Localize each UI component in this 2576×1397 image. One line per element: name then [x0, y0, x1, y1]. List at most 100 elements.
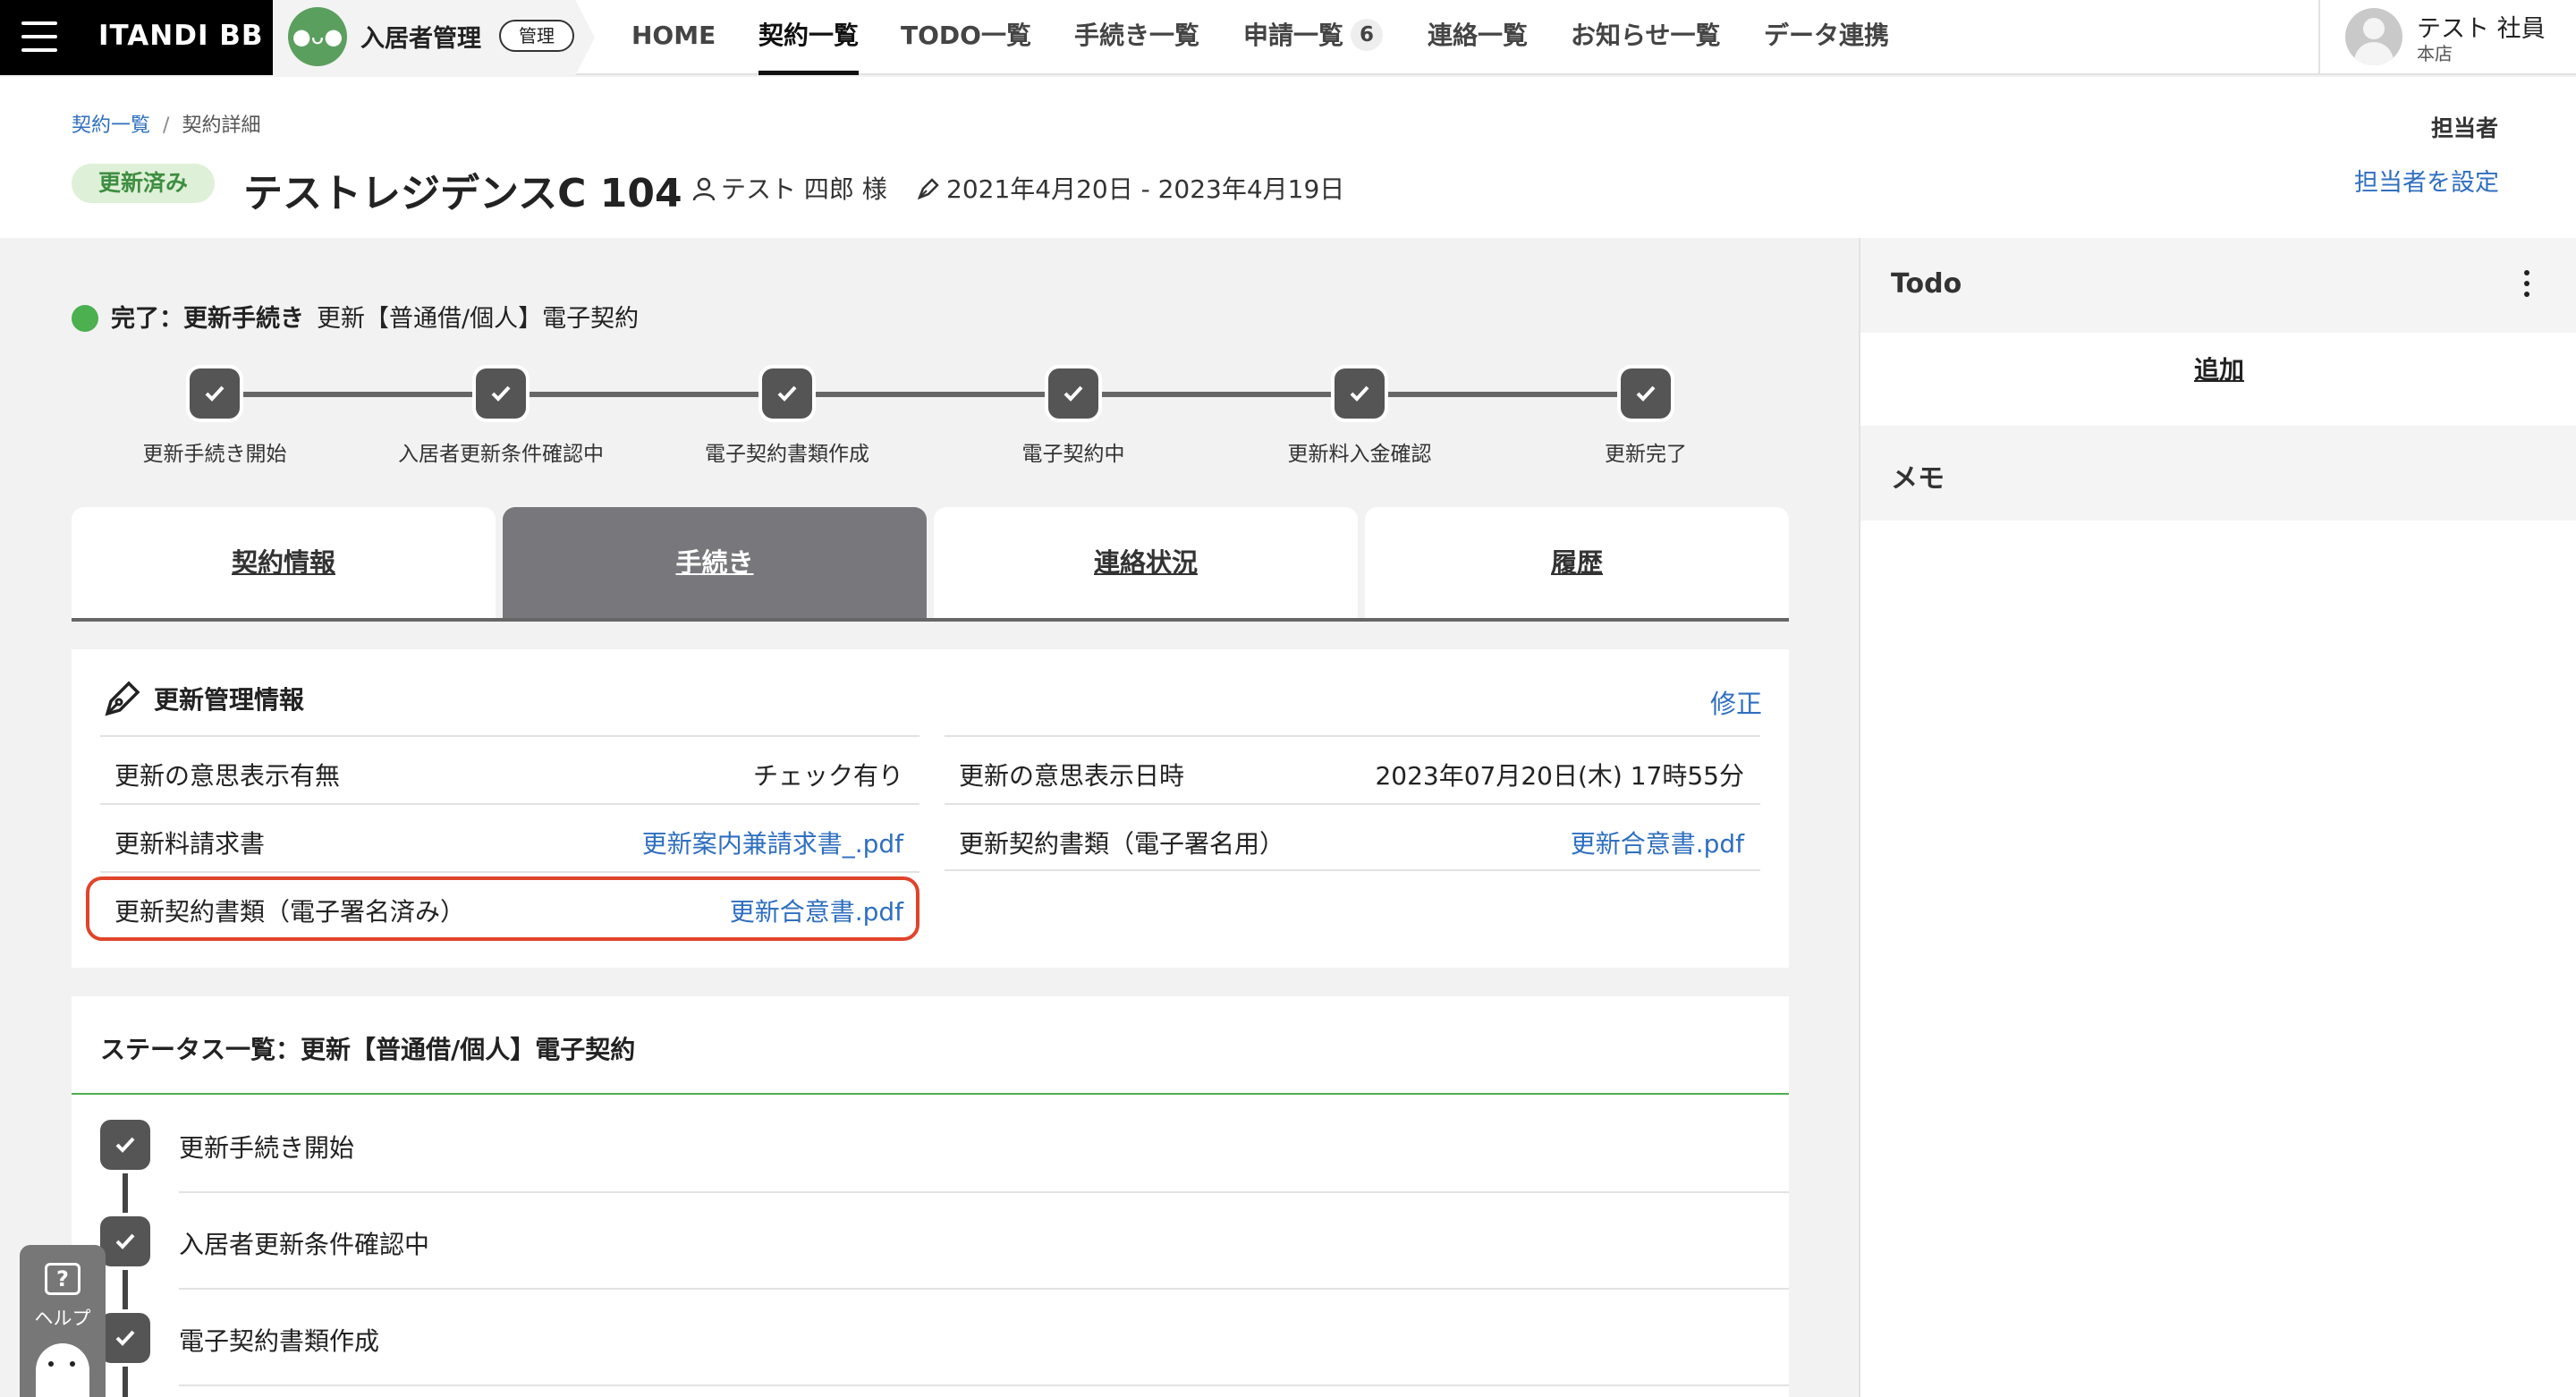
brand-area: ITANDI BB [0, 0, 273, 75]
app-role-badge: 管理 [499, 20, 574, 52]
person-icon [692, 177, 716, 201]
renewal-info-card: 更新管理情報 修正 更新の意思表示有無 チェック有り 更新料請求書 更新案内兼請… [72, 649, 1789, 968]
help-question-icon: ? [45, 1263, 80, 1295]
todo-title: Todo [1891, 268, 1962, 300]
memo-section-header: メモ [1860, 426, 2576, 521]
step-item: 入居者更新条件確認中 [358, 365, 644, 467]
step-check-icon [1335, 368, 1385, 419]
page-title: テストレジデンスC 104 [243, 171, 682, 216]
hamburger-menu-icon[interactable] [21, 21, 57, 52]
info-label: 更新の意思表示有無 [114, 761, 341, 791]
info-value: チェック有り [752, 761, 903, 791]
nav-item-applications-label: 申請一覧 [1243, 21, 1344, 50]
step-item: 電子契約中 [930, 365, 1216, 467]
status-dot-icon [72, 305, 98, 332]
status-check-icon [100, 1120, 150, 1170]
status-check-icon [100, 1313, 150, 1363]
info-row: 更新料請求書 更新案内兼請求書_.pdf [100, 803, 919, 871]
avatar [2345, 8, 2402, 65]
user-menu[interactable]: テスト 社員 本店 [2318, 0, 2576, 75]
owner-title: 担当者 [2431, 115, 2499, 141]
nav-item-applications[interactable]: 申請一覧 6 [1243, 0, 1384, 75]
add-todo-button[interactable]: 追加 [1860, 351, 2576, 386]
top-navigation-bar: ITANDI BB ●ᴗ● 入居者管理 管理 HOME 契約一覧 TODO一覧 … [0, 0, 2576, 75]
help-button[interactable]: ? ヘルプ [20, 1245, 106, 1397]
step-label: 入居者更新条件確認中 [398, 443, 604, 466]
todo-section-header: Todo [1860, 238, 2576, 333]
nav-item-todo[interactable]: TODO一覧 [901, 0, 1031, 75]
set-owner-link[interactable]: 担当者を設定 [2354, 163, 2499, 198]
agreement-for-signing-pdf-link[interactable]: 更新合意書.pdf [1571, 825, 1744, 860]
status-badge: 更新済み [72, 164, 215, 203]
info-value: 2023年07月20日(木) 17時55分 [1375, 761, 1744, 791]
renewal-info-heading: 更新管理情報 [100, 676, 304, 719]
app-name: 入居者管理 [360, 25, 481, 53]
info-row: 更新契約書類（電子署名用） 更新合意書.pdf [945, 803, 1760, 871]
nav-item-contacts[interactable]: 連絡一覧 [1428, 0, 1528, 75]
info-label: 更新契約書類（電子署名用） [959, 829, 1285, 859]
nav-item-home[interactable]: HOME [631, 0, 716, 75]
status-check-icon [100, 1216, 150, 1266]
step-label: 電子契約中 [1021, 443, 1125, 466]
status-item-label: 入居者更新条件確認中 [179, 1230, 430, 1259]
progress-stepper: 更新手続き開始 入居者更新条件確認中 電子契約書類作成 電子契約中 更新料入金確… [0, 365, 1825, 466]
breadcrumb-current: 契約詳細 [182, 114, 261, 137]
status-list-item: 更新手続き開始 [179, 1096, 1789, 1193]
tab-procedures[interactable]: 手続き [503, 507, 927, 618]
procedure-name: 更新【普通借/個人】電子契約 [317, 305, 640, 333]
user-branch: 本店 [2417, 43, 2453, 64]
help-label: ヘルプ [34, 1308, 91, 1329]
pen-icon [917, 178, 939, 200]
step-label: 更新料入金確認 [1287, 443, 1432, 466]
nav-item-procedures[interactable]: 手続き一覧 [1074, 0, 1199, 75]
tab-contact-status[interactable]: 連絡状況 [934, 507, 1358, 618]
invoice-pdf-link[interactable]: 更新案内兼請求書_.pdf [642, 825, 903, 860]
step-item: 更新手続き開始 [72, 365, 358, 467]
nav-item-contracts[interactable]: 契約一覧 [758, 0, 860, 75]
step-label: 更新手続き開始 [142, 443, 287, 466]
app-switcher[interactable]: ●ᴗ● 入居者管理 管理 [273, 0, 595, 75]
tenant-name: テスト 四郎 様 [692, 170, 887, 206]
nav-item-notices[interactable]: お知らせ一覧 [1571, 0, 1720, 75]
edit-button[interactable]: 修正 [1710, 683, 1762, 721]
step-item: 更新完了 [1503, 365, 1789, 467]
contract-header: 契約一覧 / 契約詳細 更新済み テストレジデンスC 104 テスト 四郎 様 20… [0, 77, 2576, 238]
step-item: 更新料入金確認 [1216, 365, 1503, 467]
info-row: 更新の意思表示有無 チェック有り [100, 735, 919, 803]
status-item-label: 更新手続き開始 [179, 1133, 355, 1163]
right-sidebar: Todo 追加 メモ [1859, 238, 2576, 1397]
brand-logo[interactable]: ITANDI BB [98, 20, 264, 52]
contract-period: 2021年4月20日 - 2023年4月19日 [916, 170, 1344, 206]
status-list-item: 電子契約書類作成 [179, 1290, 1789, 1386]
more-options-icon[interactable] [2522, 270, 2531, 301]
status-list-title: ステータス一覧：更新【普通借/個人】電子契約 [100, 1035, 636, 1064]
pen-icon [105, 681, 140, 716]
highlight-box [86, 876, 919, 941]
tenant-name-text: テスト 四郎 様 [721, 174, 887, 204]
renewal-info-title: 更新管理情報 [154, 685, 305, 715]
breadcrumb: 契約一覧 / 契約詳細 [72, 109, 260, 138]
status-list-card: ステータス一覧：更新【普通借/個人】電子契約 更新手続き開始 入居者更新条件確認… [72, 996, 1789, 1397]
step-check-icon [190, 368, 240, 419]
memo-title: メモ [1891, 463, 1945, 495]
tab-contract-info[interactable]: 契約情報 [72, 507, 496, 618]
breadcrumb-contracts-link[interactable]: 契約一覧 [72, 114, 150, 137]
step-check-icon [1048, 368, 1098, 419]
status-list-item: 入居者更新条件確認中 [179, 1193, 1789, 1290]
procedure-status: 完了：更新手続き 更新【普通借/個人】電子契約 [72, 299, 639, 334]
contract-tabs: 契約情報 手続き 連絡状況 履歴 [72, 507, 1789, 622]
mascot-icon [36, 1343, 89, 1397]
status-item-label: 電子契約書類作成 [179, 1326, 380, 1356]
tab-history[interactable]: 履歴 [1365, 507, 1789, 618]
nav-item-data-integration[interactable]: データ連携 [1764, 0, 1889, 75]
info-label: 更新料請求書 [114, 829, 266, 859]
applications-count-badge: 6 [1351, 19, 1384, 51]
step-label: 電子契約書類作成 [705, 443, 869, 466]
step-check-icon [762, 368, 812, 419]
info-label: 更新の意思表示日時 [959, 761, 1185, 791]
step-item: 電子契約書類作成 [644, 365, 930, 467]
step-check-icon [476, 368, 526, 419]
procedure-status-label: 完了：更新手続き [111, 305, 304, 333]
info-row: 更新の意思表示日時 2023年07月20日(木) 17時55分 [945, 735, 1760, 803]
step-label: 更新完了 [1605, 443, 1687, 466]
